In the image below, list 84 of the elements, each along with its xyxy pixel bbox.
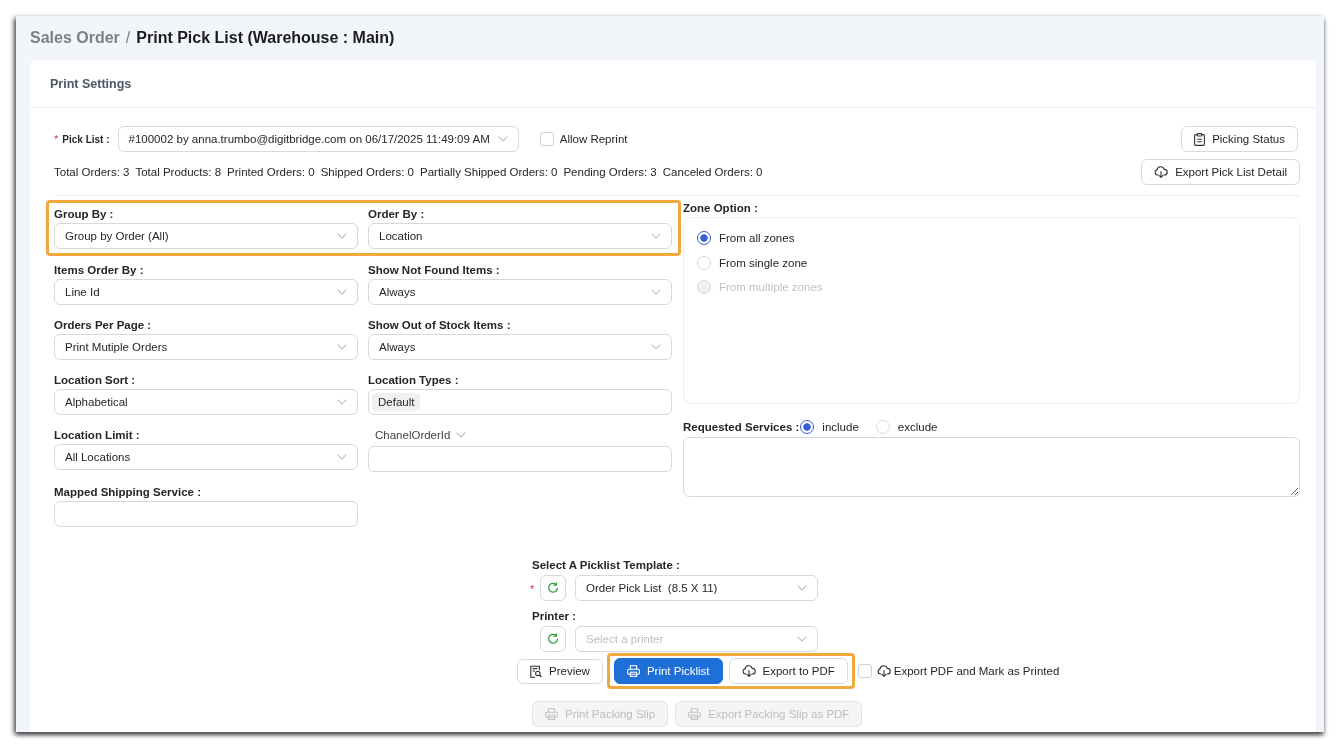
field-label: Items Order By :: [54, 263, 144, 278]
dropdown[interactable]: Print Mutiple Orders: [54, 334, 358, 360]
field-label: Location Limit :: [54, 428, 140, 443]
printer-icon: [545, 708, 558, 720]
radio-button[interactable]: [800, 420, 815, 434]
stat-text: Total Orders: 3: [54, 166, 130, 178]
dropdown[interactable]: Always: [368, 334, 672, 360]
field-label: Location Sort :: [54, 373, 136, 388]
dropdown[interactable]: #100002 by anna.trumbo@digitbridge.com on 06/17/2025 11:49:09 AM: [117, 126, 519, 152]
picking-status-button[interactable]: Picking Status: [1181, 126, 1298, 152]
input-field[interactable]: [368, 446, 672, 472]
dropdown[interactable]: All Locations: [54, 444, 358, 470]
page-title: Print Pick List (Warehouse : Main): [136, 29, 395, 47]
chevron-down-icon: [337, 289, 347, 295]
dropdown[interactable]: Group by Order (All): [54, 223, 358, 249]
radio-label: From all zones: [719, 232, 795, 245]
document-search-icon: [530, 664, 542, 678]
dropdown[interactable]: Always: [368, 279, 672, 305]
checkbox-label: Allow Reprint: [559, 133, 628, 145]
export-detail-button[interactable]: Export Pick List Detail: [1141, 159, 1300, 185]
field-label: Show Not Found Items :: [368, 263, 500, 278]
radio-label: include: [822, 421, 859, 433]
dropdown[interactable]: Line Id: [54, 279, 358, 305]
field-label: Printer :: [532, 609, 577, 624]
cloud-download-icon: [741, 665, 756, 677]
chevron-down-icon: [651, 233, 661, 239]
chevron-down-icon: [337, 233, 347, 239]
stat-text: Total Products: 8: [135, 166, 222, 178]
chevron-down-icon: [337, 399, 347, 405]
chevron-down-icon: [651, 344, 661, 350]
stat-text: Canceled Orders: 0: [662, 166, 763, 178]
print-button[interactable]: Print Picklist: [613, 658, 723, 684]
radio-label: From single zone: [719, 256, 808, 269]
field-selector[interactable]: ChanelOrderId: [368, 427, 467, 443]
printer-icon: [688, 708, 702, 720]
clipboard-icon: [1194, 132, 1206, 146]
stat-text: Shipped Orders: 0: [320, 166, 414, 178]
stat-text: Pending Orders: 3: [563, 166, 657, 178]
dropdown[interactable]: Location: [368, 223, 672, 249]
preview-button[interactable]: Preview: [517, 658, 603, 684]
radio-label: exclude: [897, 421, 938, 433]
field-label: Location Types :: [368, 373, 459, 388]
breadcrumb-separator: /: [125, 29, 131, 47]
printer-icon: [626, 665, 640, 677]
checkbox-label: Export PDF and Mark as Printed: [893, 665, 1060, 677]
field-label: Pick List :: [62, 133, 110, 145]
field-label: Select A Picklist Template :: [532, 558, 680, 573]
cloud-download-icon: [1154, 166, 1169, 178]
refresh-icon: [547, 582, 559, 594]
field-label: Show Out of Stock Items :: [368, 318, 511, 333]
chevron-down-icon: [337, 344, 347, 350]
field-label: Requested Services :: [683, 420, 800, 435]
chevron-down-icon: [651, 289, 661, 295]
field-label: Orders Per Page :: [54, 318, 152, 333]
chevron-down-icon: [337, 454, 347, 460]
chevron-down-icon: [497, 136, 508, 142]
tag-input-field[interactable]: Default: [368, 389, 672, 415]
required-mark: *: [530, 583, 535, 595]
export-button[interactable]: Export to PDF: [728, 658, 848, 684]
dropdown[interactable]: Alphabetical: [54, 389, 358, 415]
refresh-button[interactable]: [540, 575, 566, 601]
stat-text: Partially Shipped Orders: 0: [420, 166, 558, 178]
checkbox[interactable]: [539, 132, 554, 146]
refresh-icon: [547, 633, 559, 645]
chevron-down-icon: [797, 636, 807, 642]
stat-text: Printed Orders: 0: [227, 166, 315, 178]
panel-title: Print Settings: [50, 76, 132, 91]
refresh-button[interactable]: [540, 626, 566, 652]
checkbox[interactable]: [857, 664, 872, 678]
radio-button[interactable]: [697, 231, 711, 246]
input-field[interactable]: [54, 501, 358, 527]
field-label: Mapped Shipping Service :: [54, 485, 201, 500]
chevron-down-icon: [456, 432, 467, 438]
cloud-download-icon: [876, 665, 891, 677]
dropdown[interactable]: Order Pick List (8.5 X 11): [575, 575, 818, 601]
chevron-down-icon: [797, 585, 807, 591]
field-label: Zone Option :: [683, 201, 758, 216]
breadcrumb-link[interactable]: Sales Order: [30, 29, 120, 47]
required-mark: *: [54, 133, 59, 145]
field-label: Order By :: [368, 207, 425, 222]
textarea-field[interactable]: [683, 437, 1300, 497]
field-label: Group By :: [54, 207, 114, 222]
radio-label: From multiple zones: [719, 281, 823, 294]
selected-chip: Default: [372, 393, 421, 411]
